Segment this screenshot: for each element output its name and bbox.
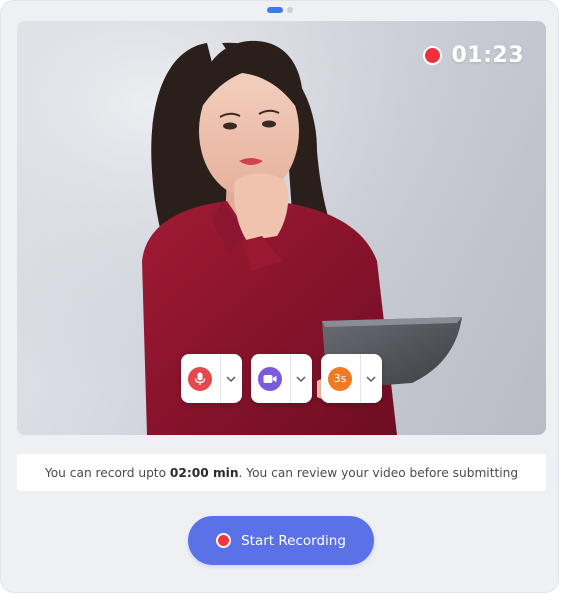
countdown-dropdown-chevron-down-icon[interactable] — [361, 375, 381, 382]
countdown-timer-icon[interactable]: 3s — [328, 366, 352, 391]
microphone-dropdown-chevron-down-icon[interactable] — [221, 375, 241, 382]
countdown-control[interactable]: 3s — [321, 354, 382, 403]
record-dot-icon — [216, 533, 232, 548]
video-preview: 01:23 3s — [17, 21, 546, 435]
microphone-control[interactable] — [181, 354, 242, 403]
carousel-pager — [1, 7, 558, 13]
start-recording-label: Start Recording — [241, 532, 346, 549]
recording-limit-info: You can record upto 02:00 min . You can … — [17, 454, 546, 491]
video-recorder-card: 01:23 3s You can record upto 02:00 min .… — [0, 0, 559, 593]
timer-text: 01:23 — [451, 43, 524, 68]
pager-dot[interactable] — [286, 7, 293, 13]
info-suffix: . You can review your video before submi… — [238, 465, 519, 480]
camera-dropdown-chevron-down-icon[interactable] — [291, 375, 311, 382]
recorder-controls: 3s — [181, 354, 382, 403]
start-recording-button[interactable]: Start Recording — [188, 516, 374, 565]
info-limit: 02:00 min — [169, 465, 239, 480]
pager-dot-active[interactable] — [266, 7, 283, 13]
recording-indicator-icon — [423, 46, 443, 65]
info-prefix: You can record upto — [44, 465, 170, 480]
video-camera-icon[interactable] — [258, 366, 282, 391]
camera-control[interactable] — [251, 354, 312, 403]
recording-timer: 01:23 — [423, 43, 524, 68]
microphone-icon[interactable] — [188, 366, 212, 391]
